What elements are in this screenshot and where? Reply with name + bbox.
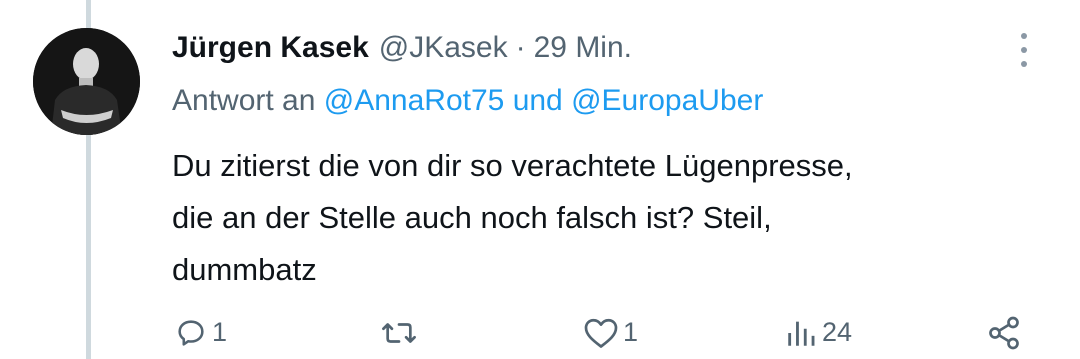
tweet-text-line: Du zitierst die von dir so verachtete Lü… (172, 148, 853, 183)
views-button[interactable]: 24 (784, 310, 852, 355)
retweet-button[interactable] (380, 310, 422, 355)
like-count: 1 (623, 317, 639, 347)
header-separator: · (515, 31, 526, 64)
reply-icon (178, 319, 204, 346)
reply-prefix: Antwort an (172, 84, 316, 117)
tweet-time[interactable]: 29 Min. (534, 31, 632, 65)
share-icon (989, 316, 1019, 349)
avatar[interactable] (33, 28, 140, 135)
reply-context: Antwort an @AnnaRot75 und @EuropaUber (172, 84, 763, 118)
author-handle[interactable]: @JKasek (379, 31, 508, 65)
reply-mention-annarot75[interactable]: @AnnaRot75 (324, 84, 505, 117)
views-count: 24 (822, 317, 853, 347)
reply-count: 1 (212, 317, 228, 347)
tweet-actions: 1 1 24 (0, 310, 1080, 355)
like-button[interactable]: 1 (583, 310, 638, 355)
share-button[interactable] (986, 310, 1022, 355)
tweet-text: Du zitierst die von dir so verachtete Lü… (172, 140, 1032, 296)
more-vertical-icon[interactable] (1013, 30, 1035, 70)
heart-icon (584, 318, 618, 348)
retweet-icon (382, 322, 416, 343)
tweet-text-line: dummbatz (172, 252, 317, 287)
reply-mention-europauber[interactable]: @EuropaUber (571, 84, 763, 117)
views-icon (788, 321, 815, 346)
reply-conjunction: und (512, 84, 563, 117)
author-name[interactable]: Jürgen Kasek (172, 31, 369, 65)
reply-button[interactable]: 1 (174, 310, 227, 355)
tweet-header: Jürgen Kasek @JKasek · 29 Min. (172, 28, 632, 68)
tweet-text-line: die an der Stelle auch noch falsch ist? … (172, 200, 772, 235)
avatar-image (33, 28, 140, 135)
